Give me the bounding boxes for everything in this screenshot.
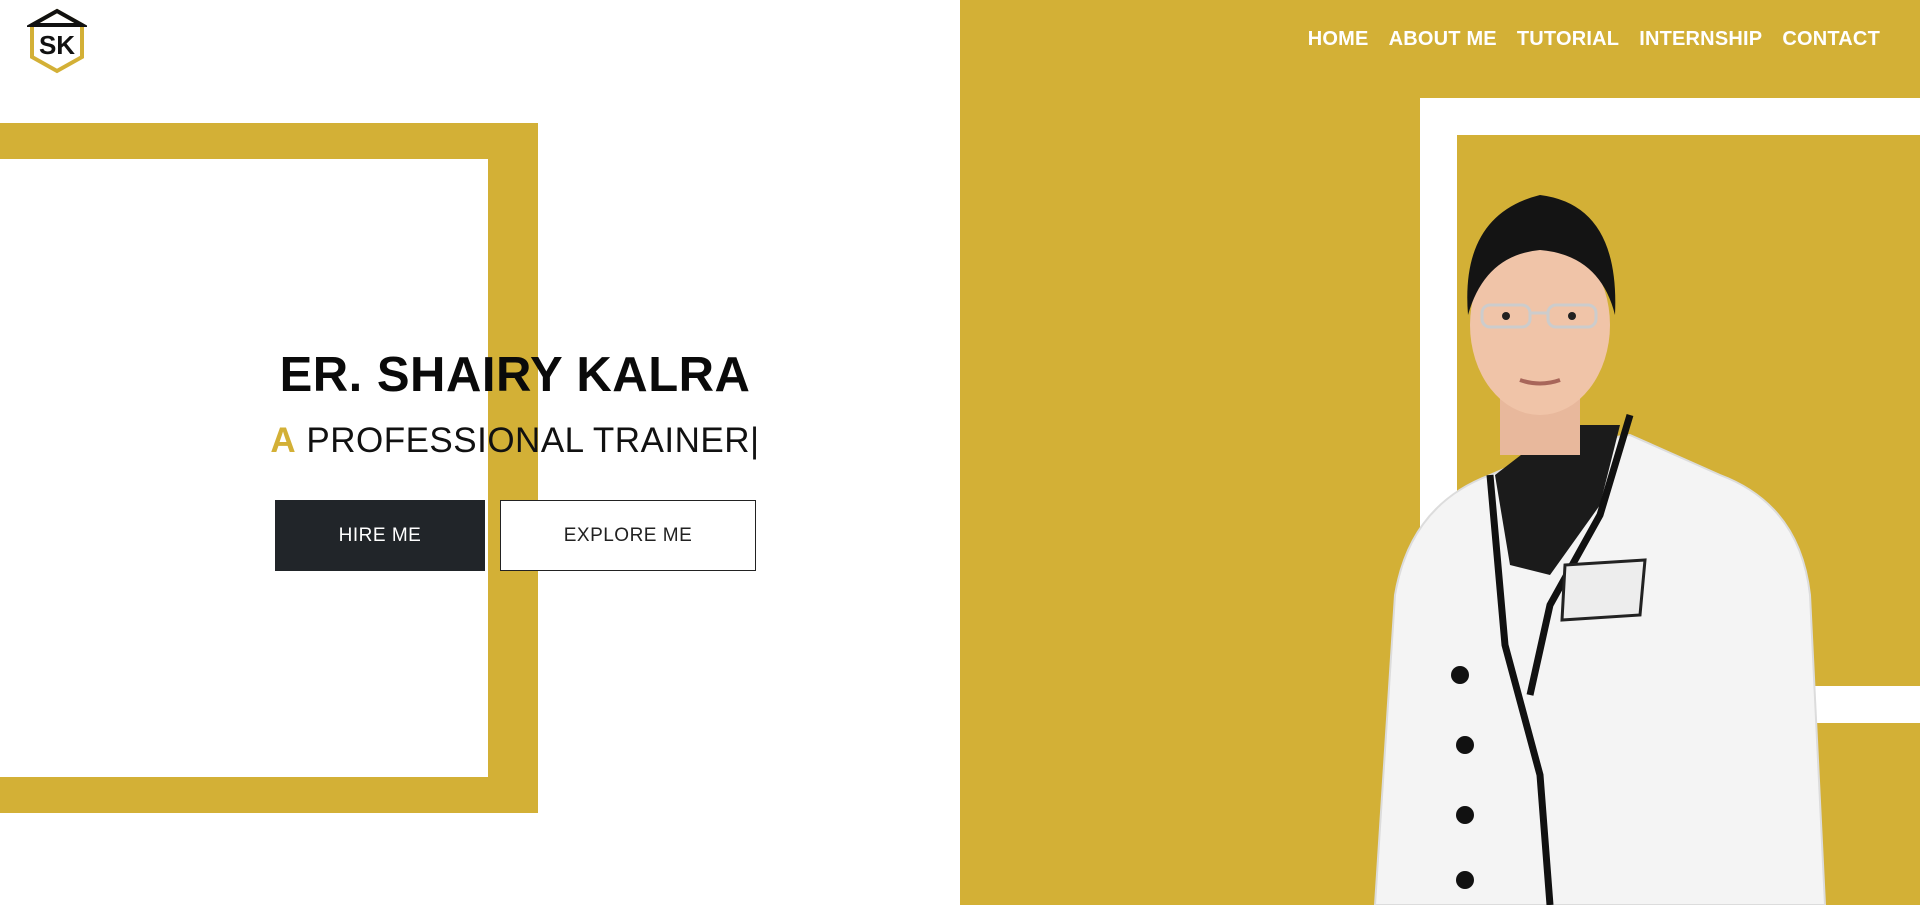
decorative-white-inner bbox=[0, 159, 488, 777]
hero-text: ER. SHAIRY KALRA A PROFESSIONAL TRAINER| bbox=[250, 347, 780, 461]
nav-contact[interactable]: CONTACT bbox=[1782, 28, 1880, 51]
explore-me-button[interactable]: EXPLORE ME bbox=[500, 500, 756, 571]
logo-icon[interactable]: SK bbox=[24, 8, 90, 74]
nav-tutorial[interactable]: TUTORIAL bbox=[1517, 28, 1619, 51]
hire-me-button[interactable]: HIRE ME bbox=[275, 500, 485, 571]
main-navigation: HOME ABOUT ME TUTORIAL INTERNSHIP CONTAC… bbox=[1308, 28, 1880, 51]
hero-buttons: HIRE ME EXPLORE ME bbox=[275, 500, 756, 571]
nav-internship[interactable]: INTERNSHIP bbox=[1639, 28, 1762, 51]
portrait-image bbox=[1300, 175, 1840, 906]
subtitle-prefix: A bbox=[270, 421, 297, 460]
subtitle-text: PROFESSIONAL TRAINER| bbox=[306, 421, 760, 460]
nav-home[interactable]: HOME bbox=[1308, 28, 1369, 51]
nav-about-me[interactable]: ABOUT ME bbox=[1389, 28, 1497, 51]
hero-name: ER. SHAIRY KALRA bbox=[279, 348, 751, 402]
logo-text: SK bbox=[39, 30, 75, 60]
hero-subtitle: A PROFESSIONAL TRAINER| bbox=[250, 421, 780, 461]
